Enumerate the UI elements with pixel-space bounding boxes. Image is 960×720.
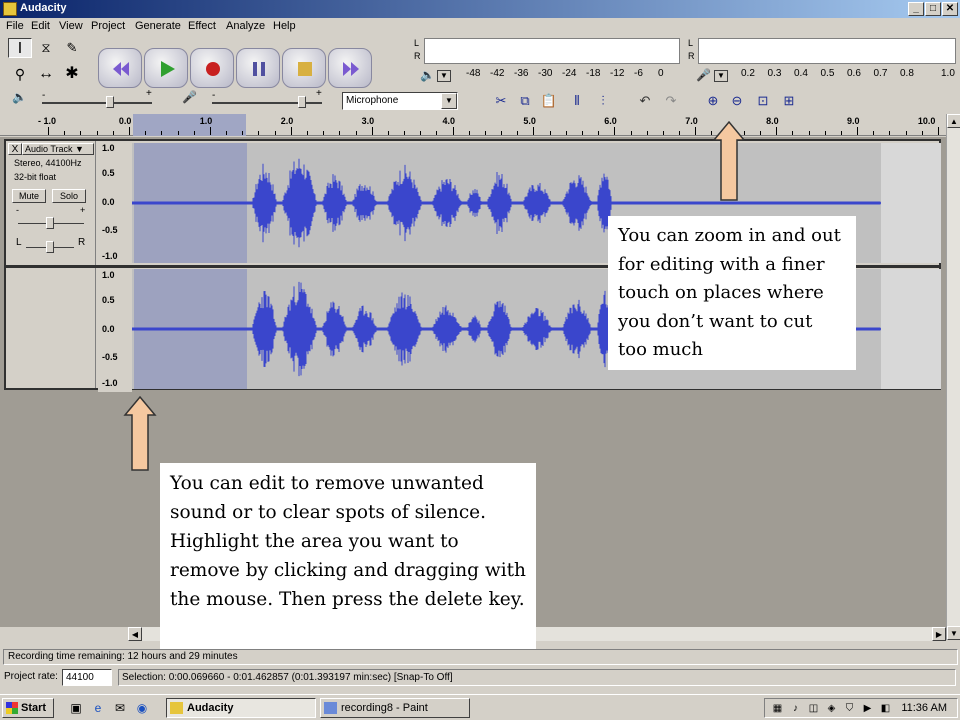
edit-annotation: You can edit to remove unwanted sound or… xyxy=(160,463,536,649)
arrow-to-selection xyxy=(123,395,157,471)
zoom-annotation: You can zoom in and out for editing with… xyxy=(608,216,856,370)
arrow-to-zoom-icon xyxy=(712,120,746,201)
